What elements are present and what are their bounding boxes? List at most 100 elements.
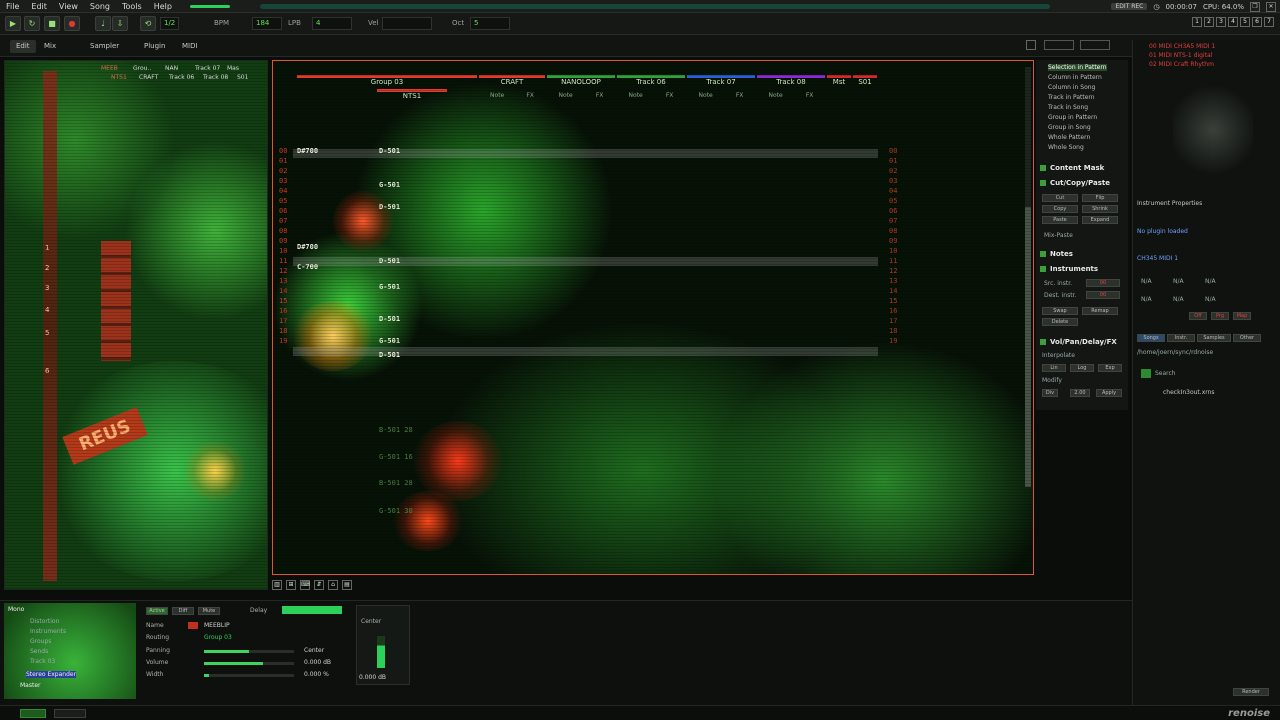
matrix-active-slots[interactable] (101, 241, 131, 361)
pattern-scrollbar[interactable] (1025, 67, 1031, 487)
layout-preset-1[interactable]: 1 (1192, 17, 1202, 27)
dsp-tree-item-selected[interactable]: Stereo Expander (26, 671, 77, 678)
midi-map-toggle[interactable]: Map (1233, 312, 1251, 320)
modify-op-select[interactable]: Div (1042, 389, 1058, 397)
menu-tools[interactable]: Tools (116, 2, 148, 11)
expand-icon[interactable] (1026, 40, 1036, 50)
track-header-track06[interactable]: Track 06 Note FX (617, 75, 685, 105)
velocity-field[interactable] (382, 17, 432, 30)
note-cell-faded[interactable]: B-501 28 (379, 426, 459, 435)
tab-plugin[interactable]: Plugin (138, 40, 171, 53)
stop-icon[interactable]: ■ (44, 16, 60, 31)
paste-button[interactable]: Paste (1042, 216, 1078, 224)
layout-preset-6[interactable]: 6 (1252, 17, 1262, 27)
scope-column-in-pattern[interactable]: Column in Pattern (1048, 74, 1102, 81)
delay-slider[interactable] (282, 606, 342, 614)
note-cell[interactable]: D-501 (379, 351, 400, 359)
note-cell[interactable]: D-501 (379, 147, 400, 155)
dsp-tree-item[interactable]: Instruments (30, 628, 66, 635)
panning-slider[interactable] (204, 650, 294, 653)
column-icon[interactable]: ▤ (342, 580, 352, 590)
automation-icon[interactable]: ⊞ (286, 580, 296, 590)
mute-toggle[interactable]: Mute (198, 607, 220, 615)
track-header-master[interactable]: Mst (827, 75, 851, 105)
scope-track-in-pattern[interactable]: Track in Pattern (1048, 94, 1095, 101)
expand-button[interactable]: Expand (1082, 216, 1118, 224)
layout-preset-7[interactable]: 7 (1264, 17, 1274, 27)
menu-song[interactable]: Song (84, 2, 116, 11)
edit-step-icon[interactable]: ⇵ (314, 580, 324, 590)
delete-button[interactable]: Delete (1042, 318, 1078, 326)
vol-pan-delay-fx-header[interactable]: Vol/Pan/Delay/FX (1040, 338, 1117, 346)
dsp-device-list[interactable]: Mono Distortion Instruments Groups Sends… (4, 603, 136, 699)
play-icon[interactable]: ▶ (5, 16, 21, 31)
track-name-field[interactable]: MEEBLIP (204, 622, 230, 629)
loop-icon[interactable]: ↻ (24, 16, 40, 31)
song-position-bar[interactable] (260, 4, 1050, 9)
scope-track-in-song[interactable]: Track in Song (1048, 104, 1088, 111)
browser-path[interactable]: /home/joern/sync/rdnoise (1137, 349, 1213, 356)
cut-button[interactable]: Cut (1042, 194, 1078, 202)
remap-button[interactable]: Remap (1082, 307, 1118, 315)
note-cell[interactable]: G-501 (379, 337, 400, 345)
octave-value[interactable]: 5 (470, 17, 510, 30)
interp-exp-button[interactable]: Exp (1098, 364, 1122, 372)
midi-port[interactable]: CH345 MIDI 1 (1137, 255, 1178, 262)
note-cell-faded[interactable]: G-501 16 (379, 453, 459, 462)
tab-midi[interactable]: MIDI (176, 40, 204, 53)
scopes-toggle[interactable] (54, 709, 86, 718)
tab-sampler[interactable]: Sampler (84, 40, 125, 53)
track-header-track07[interactable]: Track 07 Note FX (687, 75, 755, 105)
bpm-value[interactable]: 184 (252, 17, 282, 30)
swap-button[interactable]: Swap (1042, 307, 1078, 315)
menu-file[interactable]: File (0, 2, 25, 11)
pattern-position[interactable]: 1/2 (160, 17, 180, 30)
track-header-nanoloop[interactable]: NANOLOOP Note FX (547, 75, 615, 105)
content-mask-header[interactable]: Content Mask (1040, 164, 1104, 172)
record-icon[interactable]: ● (64, 16, 80, 31)
close-icon[interactable]: ✕ (1266, 1, 1276, 12)
instrument-item[interactable]: 01 MIDI NTS-1 digital (1149, 52, 1212, 59)
note-cell[interactable]: C-700 (297, 263, 318, 271)
scope-whole-pattern[interactable]: Whole Pattern (1048, 134, 1090, 141)
dsp-tree-item[interactable]: Track 03 (30, 658, 55, 665)
instruments-header[interactable]: Instruments (1040, 265, 1098, 273)
track-header-s01[interactable]: S01 (853, 75, 877, 105)
scope-column-in-song[interactable]: Column in Song (1048, 84, 1095, 91)
modify-value-field[interactable]: 2.00 (1070, 389, 1090, 397)
browser-file-item[interactable]: checkIn3out.xrns (1163, 389, 1215, 396)
plugin-status[interactable]: No plugin loaded (1137, 228, 1188, 235)
note-cell[interactable]: G-501 (379, 283, 400, 291)
apply-button[interactable]: Apply (1096, 389, 1122, 397)
interp-lin-button[interactable]: Lin (1042, 364, 1066, 372)
scope-selection-in-pattern[interactable]: Selection in Pattern (1048, 64, 1107, 71)
active-toggle[interactable]: Active (146, 607, 168, 615)
pattern-loop-icon[interactable]: ⟲ (140, 16, 156, 31)
keyboard-icon[interactable]: ⌨ (300, 580, 310, 590)
cut-copy-paste-header[interactable]: Cut/Copy/Paste (1040, 179, 1110, 187)
layout-preset-5[interactable]: 5 (1240, 17, 1250, 27)
menu-help[interactable]: Help (148, 2, 178, 11)
dsp-tree-item[interactable]: Sends (30, 648, 48, 655)
track-header-nts1[interactable]: NTS1 (377, 89, 447, 119)
midi-off-toggle[interactable]: Off (1189, 312, 1207, 320)
diff-toggle[interactable]: Diff (172, 607, 194, 615)
width-slider[interactable] (204, 674, 294, 677)
track-header-craft[interactable]: CRAFT Note FX (479, 75, 545, 105)
tab-mix[interactable]: Mix (38, 40, 62, 53)
disk-browser-toggle[interactable] (20, 709, 46, 718)
browser-tab-samples[interactable]: Samples (1197, 334, 1231, 342)
dsp-tree-item[interactable]: Groups (30, 638, 51, 645)
flip-button[interactable]: Flip (1082, 194, 1118, 202)
tab-edit[interactable]: Edit (10, 40, 36, 53)
menu-edit[interactable]: Edit (25, 2, 53, 11)
follow-icon[interactable]: ⇩ (112, 16, 128, 31)
note-cell[interactable]: D#700 (297, 243, 318, 251)
scope-group-in-pattern[interactable]: Group in Pattern (1048, 114, 1097, 121)
lock-icon[interactable]: ⌂ (328, 580, 338, 590)
layout-preset-4[interactable]: 4 (1228, 17, 1238, 27)
dest-instr-field[interactable]: 00 (1086, 291, 1120, 299)
dsp-tree-item[interactable]: Master (20, 682, 41, 689)
scope-group-in-song[interactable]: Group in Song (1048, 124, 1091, 131)
render-button[interactable]: Render (1233, 688, 1269, 696)
